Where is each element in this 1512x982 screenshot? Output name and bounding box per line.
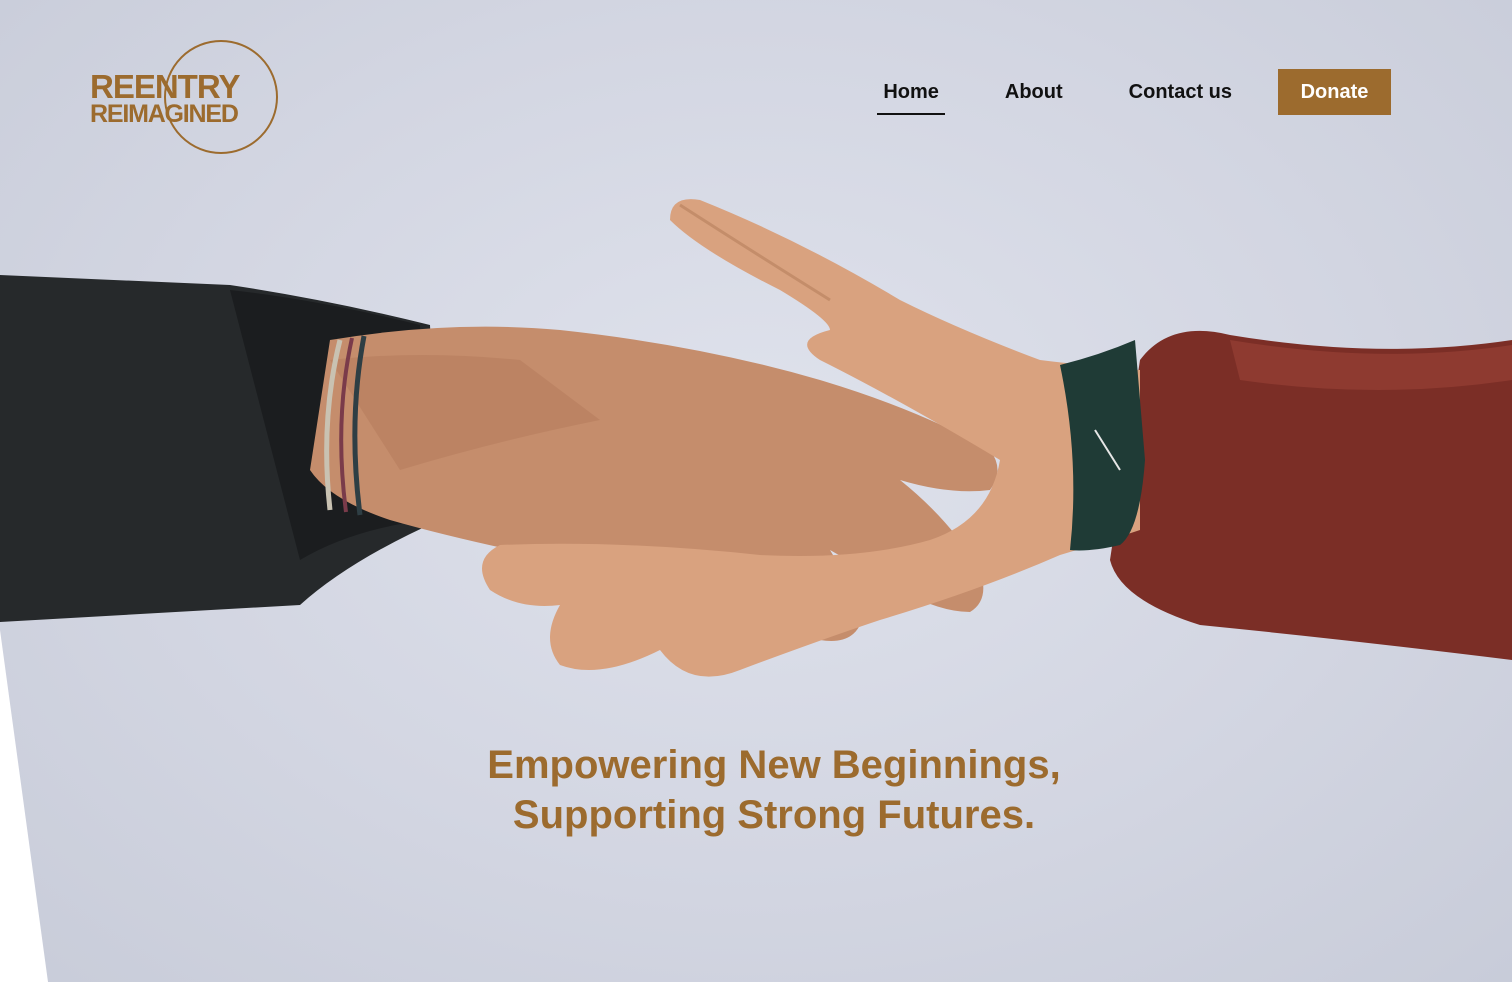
hero-headline: Empowering New Beginnings, Supporting St… (0, 740, 1512, 840)
hero-headline-line1: Empowering New Beginnings, (487, 743, 1061, 787)
donate-button[interactable]: Donate (1278, 69, 1391, 115)
logo-wordmark-line1: REENTRY (90, 68, 240, 105)
nav-about-link[interactable]: About (999, 69, 1069, 115)
hero-headline-line2: Supporting Strong Futures. (512, 793, 1036, 837)
site-logo[interactable]: REENTRY REIMAGINED (84, 40, 284, 160)
nav-home-link[interactable]: Home (877, 69, 945, 115)
nav-contact-link[interactable]: Contact us (1123, 69, 1238, 115)
logo-wordmark-line2: REIMAGINED (90, 100, 239, 128)
main-nav: Home About Contact us Donate (877, 69, 1391, 115)
